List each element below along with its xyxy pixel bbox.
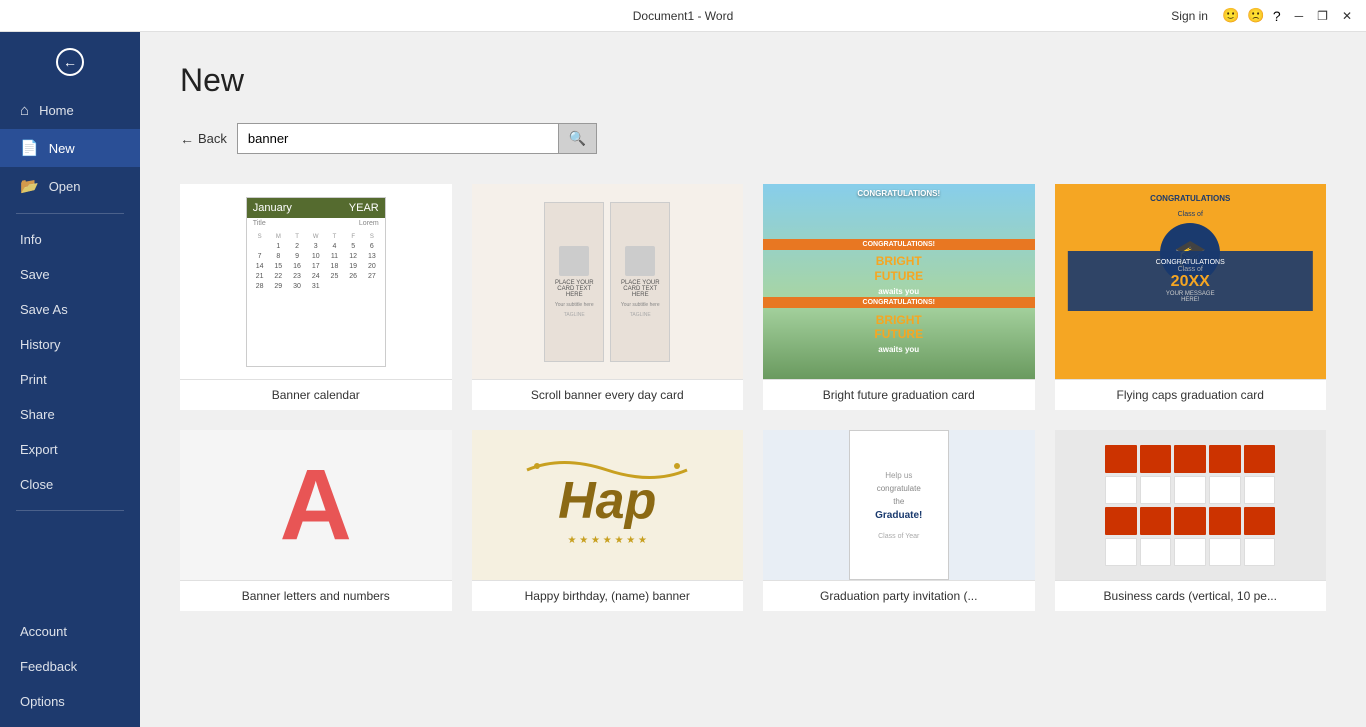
window-title: Document1 - Word bbox=[633, 9, 733, 23]
save-label: Save bbox=[20, 267, 50, 282]
letter-a-display: A bbox=[280, 455, 352, 555]
help-icon[interactable]: ? bbox=[1273, 8, 1281, 24]
template-banner-letters[interactable]: A Banner letters and numbers bbox=[180, 430, 452, 611]
sidebar-item-info[interactable]: Info bbox=[0, 222, 140, 257]
sad-icon[interactable]: 🙁 bbox=[1247, 7, 1264, 24]
save-as-label: Save As bbox=[20, 302, 68, 317]
sidebar-item-home-label: Home bbox=[39, 103, 74, 118]
template-label-banner-letters: Banner letters and numbers bbox=[180, 580, 452, 611]
template-label-flying-caps: Flying caps graduation card bbox=[1055, 379, 1327, 410]
template-thumb-banner-letters: A bbox=[180, 430, 452, 580]
sidebar-item-account[interactable]: Account bbox=[0, 614, 140, 649]
print-label: Print bbox=[20, 372, 47, 387]
back-link-label: Back bbox=[198, 131, 227, 146]
sidebar-item-share[interactable]: Share bbox=[0, 397, 140, 432]
template-graduation-invite[interactable]: Help us congratulate the Graduate! Class… bbox=[763, 430, 1035, 611]
template-thumb-flying-caps: CONGRATULATIONS Class of 🎓 CONGRATULATIO… bbox=[1055, 184, 1327, 379]
search-input-wrapper: 🔍 bbox=[237, 123, 597, 154]
template-thumb-business-cards bbox=[1055, 430, 1327, 580]
sidebar-item-feedback[interactable]: Feedback bbox=[0, 649, 140, 684]
close-menu-label: Close bbox=[20, 477, 53, 492]
sidebar-nav: ⌂ Home 📄 New 📂 Open Info Save Save As bbox=[0, 92, 140, 614]
template-grid: January YEAR TitleLorem S M T W T F bbox=[180, 184, 1326, 611]
back-circle-icon: ← bbox=[56, 48, 84, 76]
template-label-scroll-banner: Scroll banner every day card bbox=[472, 379, 744, 410]
feedback-label: Feedback bbox=[20, 659, 77, 674]
sidebar-back-button[interactable]: ← bbox=[0, 32, 140, 92]
template-thumb-bright-future: CONGRATULATIONS! CONGRATULATIONS! BRIGHT… bbox=[763, 184, 1035, 379]
template-label-bright-future: Bright future graduation card bbox=[763, 379, 1035, 410]
page-title: New bbox=[180, 62, 1326, 99]
template-label-happy-birthday: Happy birthday, (name) banner bbox=[472, 580, 744, 611]
sidebar-item-home[interactable]: ⌂ Home bbox=[0, 92, 140, 129]
minimize-button[interactable]: ─ bbox=[1289, 7, 1310, 25]
restore-button[interactable]: ❐ bbox=[1311, 7, 1334, 25]
sidebar-item-save[interactable]: Save bbox=[0, 257, 140, 292]
sidebar-item-options[interactable]: Options bbox=[0, 684, 140, 719]
sidebar-item-print[interactable]: Print bbox=[0, 362, 140, 397]
new-doc-icon: 📄 bbox=[20, 139, 39, 157]
sign-in-button[interactable]: Sign in bbox=[1165, 7, 1214, 25]
template-scroll-banner[interactable]: PLACE YOURCARD TEXTHERE Your subtitle he… bbox=[472, 184, 744, 410]
template-banner-calendar[interactable]: January YEAR TitleLorem S M T W T F bbox=[180, 184, 452, 410]
sidebar-item-history[interactable]: History bbox=[0, 327, 140, 362]
share-label: Share bbox=[20, 407, 55, 422]
search-input[interactable] bbox=[238, 125, 558, 152]
sidebar-item-new[interactable]: 📄 New bbox=[0, 129, 140, 167]
sidebar-item-open-label: Open bbox=[49, 179, 81, 194]
search-button[interactable]: 🔍 bbox=[558, 124, 596, 153]
template-thumb-happy-birthday: Hap ★ ★ ★ ★ ★ ★ ★ bbox=[472, 430, 744, 580]
smiley-icon[interactable]: 🙂 bbox=[1222, 7, 1239, 24]
template-label-graduation-invite: Graduation party invitation (... bbox=[763, 580, 1035, 611]
back-link[interactable]: ← Back bbox=[180, 131, 227, 147]
account-label: Account bbox=[20, 624, 67, 639]
sidebar-item-save-as[interactable]: Save As bbox=[0, 292, 140, 327]
folder-icon: 📂 bbox=[20, 177, 39, 195]
history-label: History bbox=[20, 337, 60, 352]
sidebar-item-close[interactable]: Close bbox=[0, 467, 140, 502]
options-label: Options bbox=[20, 694, 65, 709]
close-button[interactable]: ✕ bbox=[1336, 7, 1358, 25]
template-label-business-cards: Business cards (vertical, 10 pe... bbox=[1055, 580, 1327, 611]
export-label: Export bbox=[20, 442, 58, 457]
template-happy-birthday[interactable]: Hap ★ ★ ★ ★ ★ ★ ★ Happy birthday, (name)… bbox=[472, 430, 744, 611]
sidebar-item-open[interactable]: 📂 Open bbox=[0, 167, 140, 205]
template-bright-future[interactable]: CONGRATULATIONS! CONGRATULATIONS! BRIGHT… bbox=[763, 184, 1035, 410]
sidebar-divider-2 bbox=[16, 510, 124, 511]
back-arrow-icon: ← bbox=[180, 131, 194, 147]
template-label-banner-calendar: Banner calendar bbox=[180, 379, 452, 410]
title-bar: Document1 - Word Sign in 🙂 🙁 ? ─ ❐ ✕ bbox=[0, 0, 1366, 32]
app-body: ← ⌂ Home 📄 New 📂 Open Info Save bbox=[0, 32, 1366, 727]
sidebar-item-export[interactable]: Export bbox=[0, 432, 140, 467]
home-icon: ⌂ bbox=[20, 102, 29, 119]
search-bar: ← Back 🔍 bbox=[180, 123, 1326, 154]
sidebar: ← ⌂ Home 📄 New 📂 Open Info Save bbox=[0, 32, 140, 727]
info-label: Info bbox=[20, 232, 42, 247]
template-thumb-graduation-invite: Help us congratulate the Graduate! Class… bbox=[763, 430, 1035, 580]
sidebar-item-new-label: New bbox=[49, 141, 75, 156]
template-thumb-scroll: PLACE YOURCARD TEXTHERE Your subtitle he… bbox=[472, 184, 744, 379]
sidebar-bottom: Account Feedback Options bbox=[0, 614, 140, 727]
template-thumb-calendar: January YEAR TitleLorem S M T W T F bbox=[180, 184, 452, 379]
template-flying-caps[interactable]: CONGRATULATIONS Class of 🎓 CONGRATULATIO… bbox=[1055, 184, 1327, 410]
main-content: New ← Back 🔍 January YEAR bbox=[140, 32, 1366, 727]
template-business-cards[interactable]: Business cards (vertical, 10 pe... bbox=[1055, 430, 1327, 611]
sidebar-divider-1 bbox=[16, 213, 124, 214]
